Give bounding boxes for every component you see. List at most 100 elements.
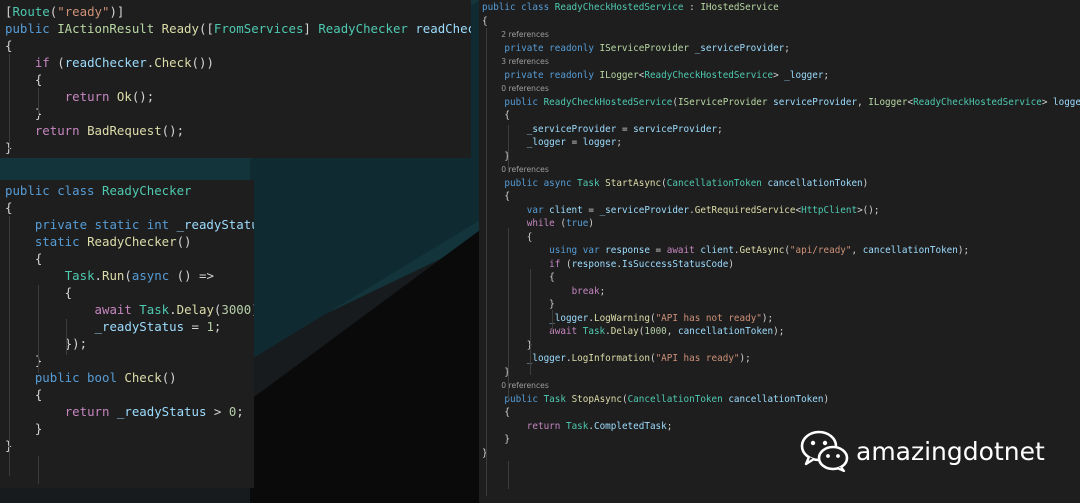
code-token: , [857,96,869,108]
code-token: await [549,326,583,337]
codelens-references: 0 references [482,165,549,174]
code-token: BadRequest [87,123,162,138]
watermark: amazingdotnet [800,428,1060,474]
code-line: return BadRequest(); [0,122,471,139]
code-token: Delay [176,302,214,317]
code-token: Run [102,268,125,283]
code-token: FromServices [213,21,304,36]
code-token: IActionResult [57,21,162,36]
code-line: { [0,199,254,216]
code-token: Task [577,177,606,189]
code-token: Check [154,55,192,70]
code-line: _logger = logger; [479,136,1080,150]
code-token: (); [161,123,185,138]
code-token: break [571,285,600,297]
indent-guide [530,269,531,375]
code-token: private readonly [504,69,600,81]
code-token: "API has not ready" [655,312,762,324]
code-token: GetAsync [739,245,785,256]
code-token: "API has ready" [655,353,740,364]
code-token: } [5,353,43,368]
code-token: = [565,137,583,148]
code-token: ); [761,312,774,324]
code-token: GetRequiredService [694,204,796,216]
code-token: readChecker [64,55,147,70]
code-token: }); [5,336,88,351]
codelens-references: 2 references [482,30,549,39]
code-line: { [0,37,471,54]
code-token: _serviceProvider [599,204,690,216]
code-token: _readyStatus [176,217,254,232]
code-token: await [666,245,701,256]
code-token: Task [139,302,170,317]
code-line: } [479,298,1080,312]
code-token: private static int [34,217,177,232]
code-line: public Task StopAsync(CancellationToken … [479,393,1080,407]
code-token: = [582,204,600,216]
code-token: Task [565,420,589,432]
code-token: LogInformation [571,353,650,364]
code-token: ); [251,302,254,317]
indent-guide [508,228,509,400]
code-token: StopAsync [571,393,622,405]
code-token: { [482,272,555,283]
code-line: } [479,150,1080,164]
code-line: return _readyStatus > 0; [0,403,254,420]
code-token: logger [1053,96,1080,108]
code-token: public [504,96,544,108]
code-token: var [526,204,550,216]
code-token: client [700,245,734,256]
indent-guide [508,461,509,489]
code-line: { [479,109,1080,123]
code-token: , [851,245,863,256]
code-token: () [176,234,192,249]
code-token: IsSuccessStatusCode [621,258,729,270]
code-token: ) [823,393,830,405]
code-token: StartAsync [605,177,662,189]
code-token: Task [582,326,606,337]
code-token: ([ [198,21,214,36]
code-token: LogWarning [593,312,650,324]
code-line: if (readChecker.Check()) [0,54,471,71]
code-token: ReadyCheckHostedService [644,69,774,81]
indent-guide [38,285,39,373]
code-token: = [184,319,207,334]
code-token: await [94,302,140,317]
code-line: break; [479,285,1080,299]
code-line: } [0,437,254,454]
code-line: } [0,139,471,156]
code-token: public async [504,177,578,189]
code-token: HttpClient [801,204,858,216]
code-token: _logger [526,353,566,364]
code-line: while (true) [479,217,1080,231]
code-token: ( [124,268,132,283]
code-token: private readonly [504,42,600,54]
code-token: public class [5,183,102,198]
code-token: ReadyChecker [87,234,177,249]
code-token: ; [599,285,606,297]
code-token: static [34,234,88,249]
code-token: ); [957,245,970,256]
code-token: ( [57,55,65,70]
code-line: public class ReadyCheckHostedService : I… [479,1,1080,15]
code-token: = [649,245,667,256]
code-token: { [5,387,43,402]
code-token: ; [236,404,244,419]
code-line: { [0,250,254,267]
indent-guide [66,319,67,355]
code-token: _logger [526,137,566,148]
code-line: public ReadyCheckHostedService(IServiceP… [479,96,1080,110]
code-token: 3000 [221,302,252,317]
code-token: public class [482,2,555,13]
code-token: ; [616,137,622,148]
code-token: _serviceProvider [694,42,785,54]
code-token: ; [666,420,673,432]
code-line: } [0,105,471,122]
